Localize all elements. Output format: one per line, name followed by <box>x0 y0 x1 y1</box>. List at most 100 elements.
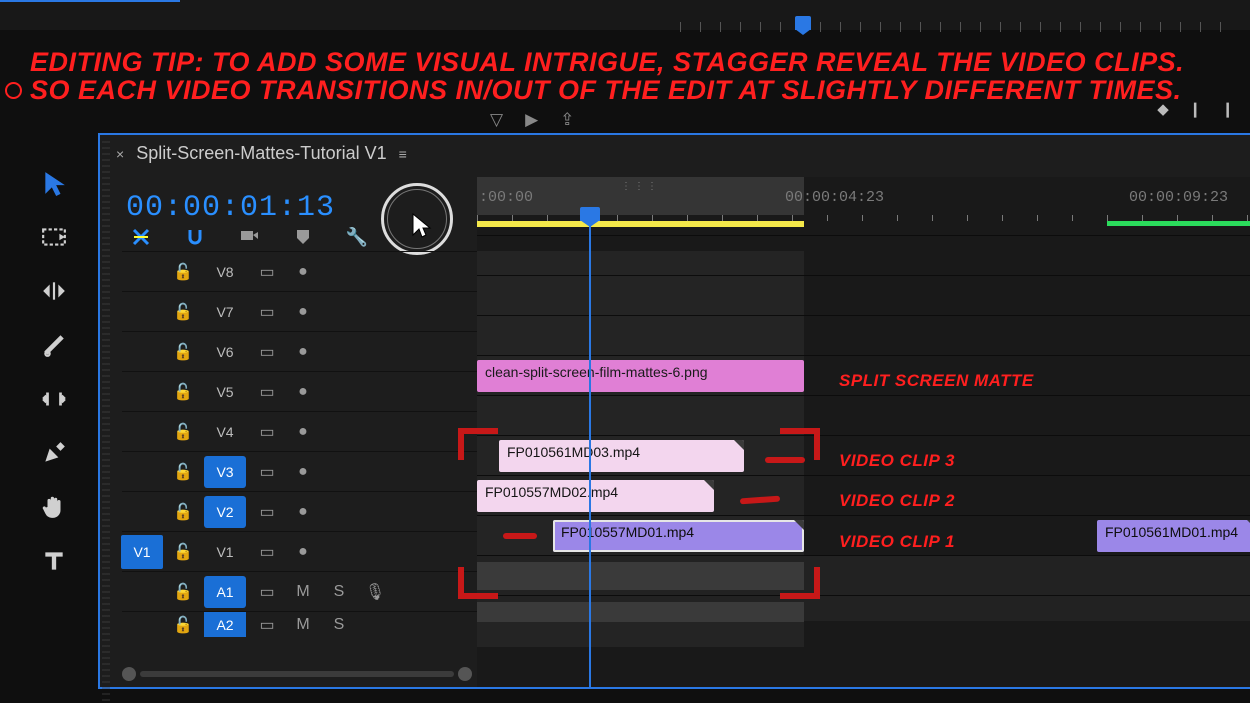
eye-icon[interactable]: ● <box>288 338 318 366</box>
track-header-v1[interactable]: V1 🔓 V1 ▭ ● <box>122 531 477 571</box>
sync-lock-icon[interactable]: ▭ <box>252 498 282 526</box>
source-monitor-strip <box>0 0 1250 30</box>
cursor-pointer-icon <box>411 213 433 244</box>
sync-lock-icon[interactable]: ▭ <box>252 378 282 406</box>
track-header-a2[interactable]: 🔓 A2 ▭ M S <box>122 611 477 637</box>
track-header-v8[interactable]: 🔓 V8 ▭ ● <box>122 251 477 291</box>
lock-icon[interactable]: 🔓 <box>168 538 198 566</box>
funnel-icon[interactable]: ▽ <box>490 110 503 130</box>
track-label[interactable]: V1 <box>204 536 246 568</box>
clip-v2[interactable]: FP010557MD02.mp4 <box>477 480 714 512</box>
pen-tool[interactable] <box>34 438 74 468</box>
mini-timeline-ticks[interactable] <box>680 22 1240 32</box>
track-label[interactable]: V4 <box>204 416 246 448</box>
solo-button[interactable]: S <box>324 611 354 637</box>
lock-icon[interactable]: 🔓 <box>168 258 198 286</box>
overlay-tip-text: Editing Tip: To add some visual intrigue… <box>30 48 1230 105</box>
sync-lock-icon[interactable]: ▭ <box>252 578 282 606</box>
solo-button[interactable]: S <box>324 578 354 606</box>
sync-lock-icon[interactable]: ▭ <box>252 611 282 637</box>
ruler-timecode: :00:00 <box>479 189 533 206</box>
track-label[interactable]: V2 <box>204 496 246 528</box>
ripple-edit-tool[interactable] <box>34 276 74 306</box>
marker-add-icon[interactable] <box>292 227 314 247</box>
eye-icon[interactable]: ● <box>288 498 318 526</box>
sequence-tab[interactable]: × Split-Screen-Mattes-Tutorial V1 ≡ <box>116 143 409 164</box>
sync-lock-icon[interactable]: ▭ <box>252 418 282 446</box>
track-header-v5[interactable]: 🔓 V5 ▭ ● <box>122 371 477 411</box>
clip-label: FP010561MD01.mp4 <box>1105 524 1238 540</box>
panel-drag-handle[interactable] <box>102 141 110 703</box>
annotation-clip2: Video Clip 2 <box>839 491 955 511</box>
source-patch[interactable]: V1 <box>121 535 163 569</box>
clip-vr[interactable]: FP010561MD01.mp4 <box>1097 520 1250 552</box>
track-label[interactable]: V5 <box>204 376 246 408</box>
snap-icon[interactable] <box>184 227 206 247</box>
lock-icon[interactable]: 🔓 <box>168 338 198 366</box>
playhead-timecode[interactable]: 00:00:01:13 <box>126 191 335 225</box>
export-frame-icon[interactable]: ⇪ <box>560 110 574 130</box>
in-out-range-bar[interactable] <box>477 221 804 227</box>
eye-icon[interactable]: ● <box>288 258 318 286</box>
track-label[interactable]: V3 <box>204 456 246 488</box>
track-label[interactable]: V8 <box>204 256 246 288</box>
sync-lock-icon[interactable]: ▭ <box>252 298 282 326</box>
eye-icon[interactable]: ● <box>288 458 318 486</box>
zoom-bar[interactable] <box>140 671 454 677</box>
clip-area[interactable]: clean-split-screen-film-mattes-6.png FP0… <box>477 235 1250 647</box>
clip-label: FP010561MD03.mp4 <box>507 444 640 460</box>
panel-menu-icon[interactable]: ≡ <box>399 146 409 162</box>
eye-icon[interactable]: ● <box>288 538 318 566</box>
track-header-v3[interactable]: 🔓 V3 ▭ ● <box>122 451 477 491</box>
track-label[interactable]: V7 <box>204 296 246 328</box>
lock-icon[interactable]: 🔓 <box>168 378 198 406</box>
tools-toolbar <box>15 168 93 576</box>
zoom-handle-left[interactable] <box>122 667 136 681</box>
timeline-body[interactable]: ⋮⋮⋮ :00:00 00:00:04:23 00:00:09:23 clean… <box>477 177 1250 687</box>
track-label[interactable]: A2 <box>204 611 246 637</box>
track-header-v4[interactable]: 🔓 V4 ▭ ● <box>122 411 477 451</box>
track-header-v2[interactable]: 🔓 V2 ▭ ● <box>122 491 477 531</box>
clip-v3[interactable]: FP010561MD03.mp4 <box>499 440 744 472</box>
track-header-a1[interactable]: 🔓 A1 ▭ M S 🎙 <box>122 571 477 611</box>
zoom-handle-right[interactable] <box>458 667 472 681</box>
lock-icon[interactable]: 🔓 <box>168 578 198 606</box>
track-label[interactable]: V6 <box>204 336 246 368</box>
sync-lock-icon[interactable]: ▭ <box>252 258 282 286</box>
hand-tool[interactable] <box>34 492 74 522</box>
track-select-tool[interactable] <box>34 222 74 252</box>
sync-lock-icon[interactable]: ▭ <box>252 458 282 486</box>
linked-selection-icon[interactable] <box>238 227 260 247</box>
sync-lock-icon[interactable]: ▭ <box>252 538 282 566</box>
lock-icon[interactable]: 🔓 <box>168 458 198 486</box>
lock-icon[interactable]: 🔓 <box>168 611 198 637</box>
insert-play-icon[interactable]: ▶ <box>525 110 538 130</box>
voiceover-mic-icon[interactable]: 🎙 <box>360 578 390 606</box>
tip-bullet-ring <box>5 82 22 99</box>
selection-tool[interactable] <box>34 168 74 198</box>
settings-wrench-icon[interactable]: 🔧 <box>346 227 368 247</box>
mute-button[interactable]: M <box>288 611 318 637</box>
type-tool[interactable] <box>34 546 74 576</box>
mute-button[interactable]: M <box>288 578 318 606</box>
eye-icon[interactable]: ● <box>288 418 318 446</box>
zoom-scrollbar[interactable] <box>122 667 472 681</box>
close-icon[interactable]: × <box>116 146 124 162</box>
razor-tool[interactable] <box>34 330 74 360</box>
eye-icon[interactable]: ● <box>288 298 318 326</box>
sync-lock-icon[interactable]: ▭ <box>252 338 282 366</box>
nest-toggle-icon[interactable] <box>130 227 152 247</box>
track-header-v7[interactable]: 🔓 V7 ▭ ● <box>122 291 477 331</box>
track-row <box>477 275 1250 315</box>
playhead-icon[interactable] <box>589 207 591 687</box>
track-header-v6[interactable]: 🔓 V6 ▭ ● <box>122 331 477 371</box>
audio-empty-region <box>477 562 804 590</box>
lock-icon[interactable]: 🔓 <box>168 418 198 446</box>
slip-tool[interactable] <box>34 384 74 414</box>
clip-matte[interactable]: clean-split-screen-film-mattes-6.png <box>477 360 804 392</box>
track-label[interactable]: A1 <box>204 576 246 608</box>
eye-icon[interactable]: ● <box>288 378 318 406</box>
lock-icon[interactable]: 🔓 <box>168 298 198 326</box>
mini-playhead-icon[interactable] <box>795 16 811 30</box>
lock-icon[interactable]: 🔓 <box>168 498 198 526</box>
